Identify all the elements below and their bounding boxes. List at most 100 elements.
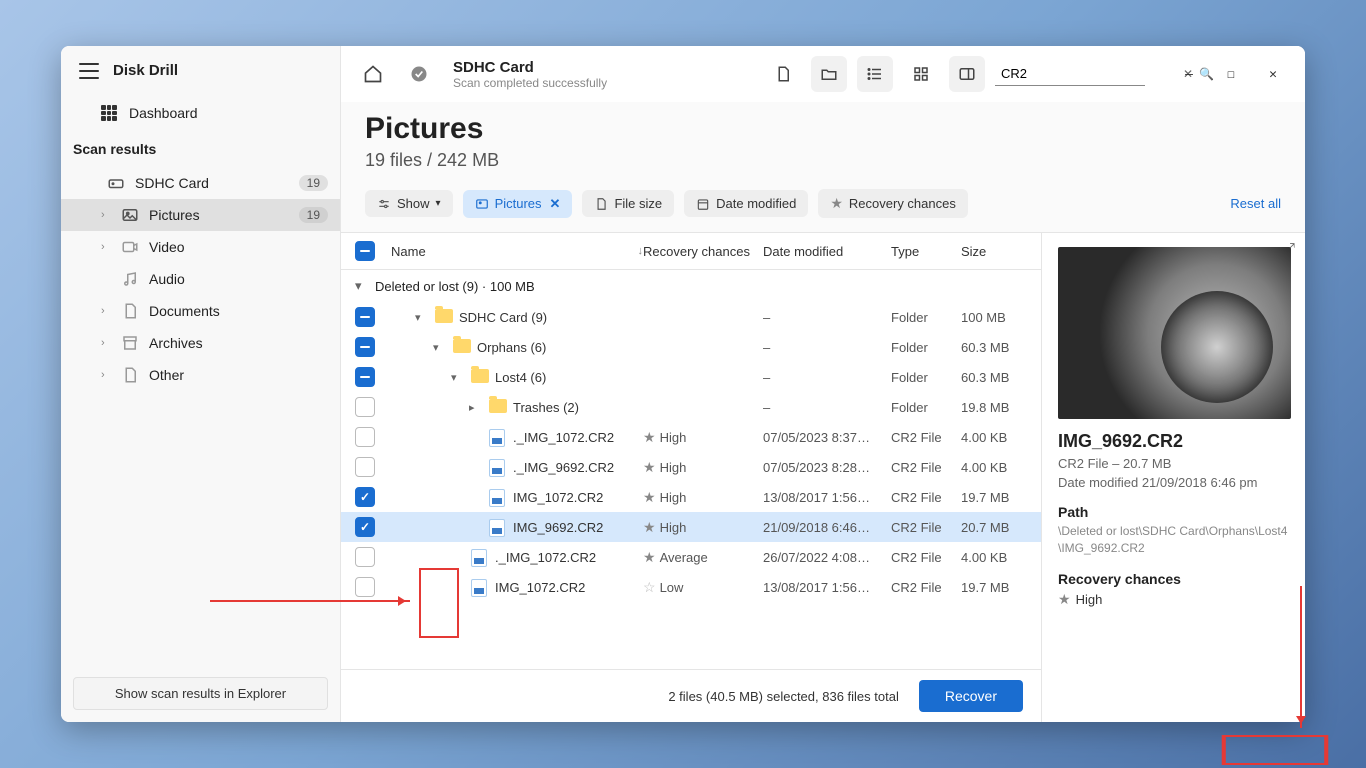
video-icon	[121, 239, 139, 255]
date-modified: 13/08/2017 1:56…	[763, 580, 891, 595]
table-row[interactable]: ▾Orphans (6)–Folder60.3 MB	[341, 332, 1041, 362]
home-icon[interactable]	[355, 56, 391, 92]
grid-view-icon[interactable]	[903, 56, 939, 92]
star-icon: ★	[643, 519, 656, 536]
table-row[interactable]: ._IMG_1072.CR2★High07/05/2023 8:37…CR2 F…	[341, 422, 1041, 452]
col-name[interactable]: Name↓	[391, 244, 643, 259]
file-name: SDHC Card (9)	[459, 310, 547, 325]
filter-datemod[interactable]: Date modified	[684, 190, 808, 217]
folder-view-icon[interactable]	[811, 56, 847, 92]
calendar-icon	[696, 197, 710, 211]
table-row[interactable]: ▸Trashes (2)–Folder19.8 MB	[341, 392, 1041, 422]
recover-button[interactable]: Recover	[919, 680, 1023, 712]
row-checkbox[interactable]	[355, 307, 375, 327]
nav-archives[interactable]: › Archives	[61, 327, 340, 359]
filter-show[interactable]: Show ▾	[365, 190, 453, 217]
filter-filesize[interactable]: File size	[582, 190, 674, 217]
filter-bar: Show ▾ Pictures ✕ File size Date modifie…	[341, 175, 1305, 232]
scan-status-icon[interactable]	[401, 56, 437, 92]
remove-filter-icon[interactable]: ✕	[550, 196, 561, 212]
nav-video[interactable]: › Video	[61, 231, 340, 263]
annotation-recover-highlight	[1222, 735, 1329, 765]
file-name: ._IMG_9692.CR2	[513, 460, 614, 475]
table-row[interactable]: IMG_1072.CR2★High13/08/2017 1:56…CR2 Fil…	[341, 482, 1041, 512]
topbar-title-block: SDHC Card Scan completed successfully	[453, 59, 607, 90]
expand-icon[interactable]: ▾	[451, 371, 465, 384]
star-icon: ★	[643, 489, 656, 506]
row-checkbox[interactable]	[355, 367, 375, 387]
filter-datemod-label: Date modified	[716, 196, 796, 211]
split-view-icon[interactable]	[949, 56, 985, 92]
close-button[interactable]: ✕	[1255, 58, 1291, 90]
table-row[interactable]: ▾SDHC Card (9)–Folder100 MB	[341, 302, 1041, 332]
row-checkbox[interactable]	[355, 337, 375, 357]
col-date[interactable]: Date modified	[763, 244, 891, 259]
row-checkbox[interactable]	[355, 397, 375, 417]
maximize-button[interactable]: ☐	[1213, 58, 1249, 90]
col-size[interactable]: Size	[961, 244, 1027, 259]
chevron-right-icon: ›	[101, 241, 111, 253]
archives-icon	[121, 335, 139, 351]
show-in-explorer-button[interactable]: Show scan results in Explorer	[73, 677, 328, 710]
search-input[interactable]	[1001, 66, 1177, 81]
star-icon: ★	[643, 429, 656, 446]
list-view-icon[interactable]	[857, 56, 893, 92]
table-row[interactable]: ._IMG_1072.CR2★Average26/07/2022 4:08…CR…	[341, 542, 1041, 572]
reset-filters[interactable]: Reset all	[1230, 196, 1281, 211]
doc-icon[interactable]	[765, 56, 801, 92]
nav-other[interactable]: › Other	[61, 359, 340, 391]
col-type[interactable]: Type	[891, 244, 961, 259]
pictures-icon	[475, 197, 489, 211]
nav-device[interactable]: SDHC Card 19	[61, 167, 340, 199]
table-row[interactable]: ▾Lost4 (6)–Folder60.3 MB	[341, 362, 1041, 392]
topbar-subtitle: Scan completed successfully	[453, 76, 607, 90]
file-icon	[489, 489, 507, 505]
selection-status: 2 files (40.5 MB) selected, 836 files to…	[668, 689, 899, 704]
table-header: Name↓ Recovery chances Date modified Typ…	[341, 233, 1041, 270]
filter-recchance[interactable]: ★ Recovery chances	[818, 189, 968, 218]
row-checkbox[interactable]	[355, 547, 375, 567]
recovery-chance: ★High	[643, 489, 763, 506]
recovery-chance: ★High	[643, 459, 763, 476]
expand-icon[interactable]: ▾	[433, 341, 447, 354]
nav-documents[interactable]: › Documents	[61, 295, 340, 327]
sidebar: Disk Drill Dashboard Scan results SDHC C…	[61, 46, 341, 722]
chevron-down-icon[interactable]: ▾	[355, 278, 375, 294]
main-area: SDHC Card Scan completed successfully ✕ …	[341, 46, 1305, 722]
group-header[interactable]: ▾ Deleted or lost (9) · 100 MB	[341, 270, 1041, 302]
file-size: 4.00 KB	[961, 430, 1027, 445]
select-all-checkbox[interactable]	[355, 241, 375, 261]
row-checkbox[interactable]	[355, 487, 375, 507]
dashboard-nav[interactable]: Dashboard	[61, 95, 340, 131]
file-size: 20.7 MB	[961, 520, 1027, 535]
folder-icon	[489, 399, 507, 415]
table-row[interactable]: IMG_9692.CR2★High21/09/2018 6:46…CR2 Fil…	[341, 512, 1041, 542]
star-icon: ★	[1058, 591, 1071, 608]
file-name: ._IMG_1072.CR2	[495, 550, 596, 565]
window-controls: — ☐ ✕	[1171, 58, 1291, 90]
chevron-down-icon: ▾	[436, 198, 441, 209]
chevron-right-icon: ›	[101, 337, 111, 349]
minimize-button[interactable]: —	[1171, 58, 1207, 90]
nav-pictures[interactable]: › Pictures 19	[61, 199, 340, 231]
expand-icon[interactable]: ▸	[469, 401, 483, 414]
col-recovery[interactable]: Recovery chances	[643, 244, 763, 259]
search-box[interactable]: ✕ 🔍	[995, 62, 1145, 86]
row-checkbox[interactable]	[355, 457, 375, 477]
page-heading: Pictures 19 files / 242 MB	[341, 102, 1305, 175]
filter-pictures[interactable]: Pictures ✕	[463, 190, 573, 218]
expand-icon[interactable]: ▾	[415, 311, 429, 324]
row-checkbox[interactable]	[355, 577, 375, 597]
table-row[interactable]: ._IMG_9692.CR2★High07/05/2023 8:28…CR2 F…	[341, 452, 1041, 482]
hamburger-icon[interactable]	[79, 63, 99, 79]
table-row[interactable]: IMG_1072.CR2☆Low13/08/2017 1:56…CR2 File…	[341, 572, 1041, 602]
row-checkbox[interactable]	[355, 427, 375, 447]
sidebar-header: Disk Drill	[61, 46, 340, 95]
recovery-chance: ★High	[643, 519, 763, 536]
preview-image[interactable]	[1058, 247, 1291, 419]
row-checkbox[interactable]	[355, 517, 375, 537]
nav-audio[interactable]: Audio	[61, 263, 340, 295]
filter-pictures-label: Pictures	[495, 196, 542, 211]
nav-pictures-label: Pictures	[149, 207, 289, 223]
nav-audio-label: Audio	[149, 271, 328, 287]
